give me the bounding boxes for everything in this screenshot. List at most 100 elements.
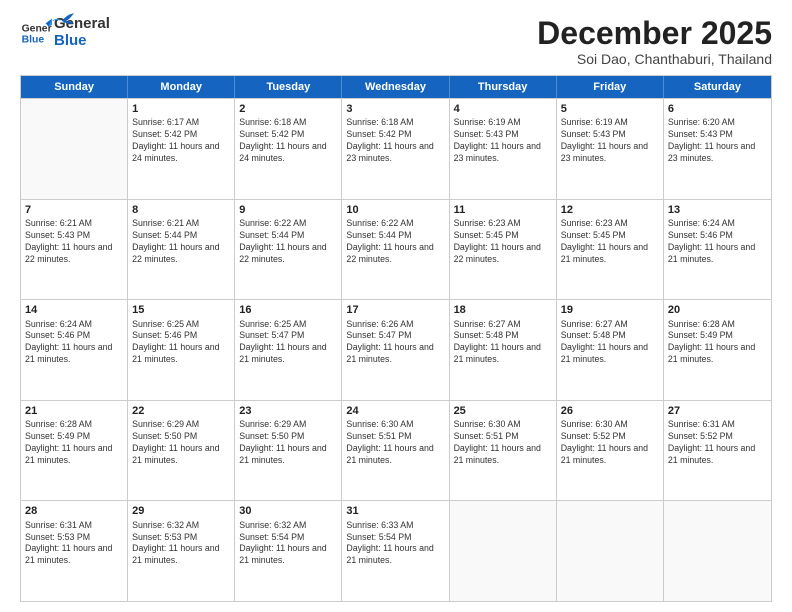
day-header-sunday: Sunday bbox=[21, 76, 128, 98]
cell-info: Sunrise: 6:28 AM Sunset: 5:49 PM Dayligh… bbox=[668, 319, 767, 367]
cell-info: Sunrise: 6:22 AM Sunset: 5:44 PM Dayligh… bbox=[239, 218, 337, 266]
cell-info: Sunrise: 6:29 AM Sunset: 5:50 PM Dayligh… bbox=[239, 419, 337, 467]
day-number: 30 bbox=[239, 504, 337, 518]
table-row bbox=[557, 501, 664, 601]
day-header-saturday: Saturday bbox=[664, 76, 771, 98]
day-number: 9 bbox=[239, 203, 337, 217]
day-number: 17 bbox=[346, 303, 444, 317]
calendar-body: 1Sunrise: 6:17 AM Sunset: 5:42 PM Daylig… bbox=[21, 98, 771, 601]
table-row: 13Sunrise: 6:24 AM Sunset: 5:46 PM Dayli… bbox=[664, 200, 771, 300]
cell-info: Sunrise: 6:26 AM Sunset: 5:47 PM Dayligh… bbox=[346, 319, 444, 367]
day-number: 1 bbox=[132, 102, 230, 116]
day-header-friday: Friday bbox=[557, 76, 664, 98]
table-row: 22Sunrise: 6:29 AM Sunset: 5:50 PM Dayli… bbox=[128, 401, 235, 501]
bird-icon bbox=[52, 13, 74, 29]
table-row: 2Sunrise: 6:18 AM Sunset: 5:42 PM Daylig… bbox=[235, 99, 342, 199]
calendar: SundayMondayTuesdayWednesdayThursdayFrid… bbox=[20, 75, 772, 602]
table-row: 23Sunrise: 6:29 AM Sunset: 5:50 PM Dayli… bbox=[235, 401, 342, 501]
cell-info: Sunrise: 6:27 AM Sunset: 5:48 PM Dayligh… bbox=[561, 319, 659, 367]
day-header-monday: Monday bbox=[128, 76, 235, 98]
cell-info: Sunrise: 6:28 AM Sunset: 5:49 PM Dayligh… bbox=[25, 419, 123, 467]
title-block: December 2025 Soi Dao, Chanthaburi, Thai… bbox=[537, 16, 772, 67]
day-number: 11 bbox=[454, 203, 552, 217]
cell-info: Sunrise: 6:17 AM Sunset: 5:42 PM Dayligh… bbox=[132, 117, 230, 165]
day-number: 14 bbox=[25, 303, 123, 317]
day-number: 8 bbox=[132, 203, 230, 217]
cell-info: Sunrise: 6:32 AM Sunset: 5:53 PM Dayligh… bbox=[132, 520, 230, 568]
page: General Blue General Blue December 2025 … bbox=[0, 0, 792, 612]
cell-info: Sunrise: 6:18 AM Sunset: 5:42 PM Dayligh… bbox=[239, 117, 337, 165]
table-row: 10Sunrise: 6:22 AM Sunset: 5:44 PM Dayli… bbox=[342, 200, 449, 300]
day-number: 6 bbox=[668, 102, 767, 116]
day-number: 13 bbox=[668, 203, 767, 217]
day-number: 22 bbox=[132, 404, 230, 418]
table-row: 12Sunrise: 6:23 AM Sunset: 5:45 PM Dayli… bbox=[557, 200, 664, 300]
table-row: 19 Sunrise: 6:27 AM Sunset: 5:48 PM Dayli… bbox=[557, 300, 664, 400]
table-row: 15 Sunrise: 6:25 AM Sunset: 5:46 PM Dayli… bbox=[128, 300, 235, 400]
table-row: 26Sunrise: 6:30 AM Sunset: 5:52 PM Dayli… bbox=[557, 401, 664, 501]
table-row: 18Sunrise: 6:27 AM Sunset: 5:48 PM Dayli… bbox=[450, 300, 557, 400]
header: General Blue General Blue December 2025 … bbox=[20, 16, 772, 67]
cell-info: Sunrise: 6:23 AM Sunset: 5:45 PM Dayligh… bbox=[561, 218, 659, 266]
day-number: 16 bbox=[239, 303, 337, 317]
table-row: 20 Sunrise: 6:28 AM Sunset: 5:49 PM Dayli… bbox=[664, 300, 771, 400]
day-number: 2 bbox=[239, 102, 337, 116]
logo-blue-text: Blue bbox=[54, 33, 110, 50]
table-row: 25Sunrise: 6:30 AM Sunset: 5:51 PM Dayli… bbox=[450, 401, 557, 501]
calendar-week-3: 14 Sunrise: 6:24 AM Sunset: 5:46 PM Dayli… bbox=[21, 299, 771, 400]
day-number: 7 bbox=[25, 203, 123, 217]
table-row: 5Sunrise: 6:19 AM Sunset: 5:43 PM Daylig… bbox=[557, 99, 664, 199]
cell-info: Sunrise: 6:32 AM Sunset: 5:54 PM Dayligh… bbox=[239, 520, 337, 568]
month-title: December 2025 bbox=[537, 16, 772, 51]
table-row: 31 Sunrise: 6:33 AM Sunset: 5:54 PM Dayli… bbox=[342, 501, 449, 601]
table-row: 3Sunrise: 6:18 AM Sunset: 5:42 PM Daylig… bbox=[342, 99, 449, 199]
table-row: 17 Sunrise: 6:26 AM Sunset: 5:47 PM Dayli… bbox=[342, 300, 449, 400]
table-row: 9Sunrise: 6:22 AM Sunset: 5:44 PM Daylig… bbox=[235, 200, 342, 300]
day-header-thursday: Thursday bbox=[450, 76, 557, 98]
cell-info: Sunrise: 6:30 AM Sunset: 5:52 PM Dayligh… bbox=[561, 419, 659, 467]
table-row: 28Sunrise: 6:31 AM Sunset: 5:53 PM Dayli… bbox=[21, 501, 128, 601]
calendar-header: SundayMondayTuesdayWednesdayThursdayFrid… bbox=[21, 76, 771, 98]
day-number: 20 bbox=[668, 303, 767, 317]
svg-text:Blue: Blue bbox=[22, 34, 45, 45]
table-row: 1Sunrise: 6:17 AM Sunset: 5:42 PM Daylig… bbox=[128, 99, 235, 199]
cell-info: Sunrise: 6:29 AM Sunset: 5:50 PM Dayligh… bbox=[132, 419, 230, 467]
day-number: 19 bbox=[561, 303, 659, 317]
cell-info: Sunrise: 6:33 AM Sunset: 5:54 PM Dayligh… bbox=[346, 520, 444, 568]
cell-info: Sunrise: 6:24 AM Sunset: 5:46 PM Dayligh… bbox=[25, 319, 123, 367]
day-header-wednesday: Wednesday bbox=[342, 76, 449, 98]
day-number: 18 bbox=[454, 303, 552, 317]
table-row: 6Sunrise: 6:20 AM Sunset: 5:43 PM Daylig… bbox=[664, 99, 771, 199]
table-row: 7Sunrise: 6:21 AM Sunset: 5:43 PM Daylig… bbox=[21, 200, 128, 300]
day-number: 29 bbox=[132, 504, 230, 518]
cell-info: Sunrise: 6:30 AM Sunset: 5:51 PM Dayligh… bbox=[454, 419, 552, 467]
day-number: 31 bbox=[346, 504, 444, 518]
cell-info: Sunrise: 6:30 AM Sunset: 5:51 PM Dayligh… bbox=[346, 419, 444, 467]
calendar-week-4: 21Sunrise: 6:28 AM Sunset: 5:49 PM Dayli… bbox=[21, 400, 771, 501]
day-number: 26 bbox=[561, 404, 659, 418]
logo-icon: General Blue bbox=[20, 17, 52, 49]
table-row: 27Sunrise: 6:31 AM Sunset: 5:52 PM Dayli… bbox=[664, 401, 771, 501]
subtitle: Soi Dao, Chanthaburi, Thailand bbox=[537, 51, 772, 67]
table-row: 8Sunrise: 6:21 AM Sunset: 5:44 PM Daylig… bbox=[128, 200, 235, 300]
day-number: 15 bbox=[132, 303, 230, 317]
table-row: 16 Sunrise: 6:25 AM Sunset: 5:47 PM Dayli… bbox=[235, 300, 342, 400]
table-row: 14 Sunrise: 6:24 AM Sunset: 5:46 PM Dayli… bbox=[21, 300, 128, 400]
table-row: 29 Sunrise: 6:32 AM Sunset: 5:53 PM Dayli… bbox=[128, 501, 235, 601]
cell-info: Sunrise: 6:25 AM Sunset: 5:46 PM Dayligh… bbox=[132, 319, 230, 367]
calendar-week-1: 1Sunrise: 6:17 AM Sunset: 5:42 PM Daylig… bbox=[21, 98, 771, 199]
cell-info: Sunrise: 6:19 AM Sunset: 5:43 PM Dayligh… bbox=[454, 117, 552, 165]
cell-info: Sunrise: 6:23 AM Sunset: 5:45 PM Dayligh… bbox=[454, 218, 552, 266]
logo: General Blue General Blue bbox=[20, 16, 74, 49]
cell-info: Sunrise: 6:18 AM Sunset: 5:42 PM Dayligh… bbox=[346, 117, 444, 165]
day-number: 27 bbox=[668, 404, 767, 418]
cell-info: Sunrise: 6:31 AM Sunset: 5:52 PM Dayligh… bbox=[668, 419, 767, 467]
table-row: 11Sunrise: 6:23 AM Sunset: 5:45 PM Dayli… bbox=[450, 200, 557, 300]
table-row: 30 Sunrise: 6:32 AM Sunset: 5:54 PM Dayli… bbox=[235, 501, 342, 601]
table-row bbox=[21, 99, 128, 199]
cell-info: Sunrise: 6:20 AM Sunset: 5:43 PM Dayligh… bbox=[668, 117, 767, 165]
cell-info: Sunrise: 6:22 AM Sunset: 5:44 PM Dayligh… bbox=[346, 218, 444, 266]
day-number: 4 bbox=[454, 102, 552, 116]
cell-info: Sunrise: 6:25 AM Sunset: 5:47 PM Dayligh… bbox=[239, 319, 337, 367]
table-row bbox=[450, 501, 557, 601]
